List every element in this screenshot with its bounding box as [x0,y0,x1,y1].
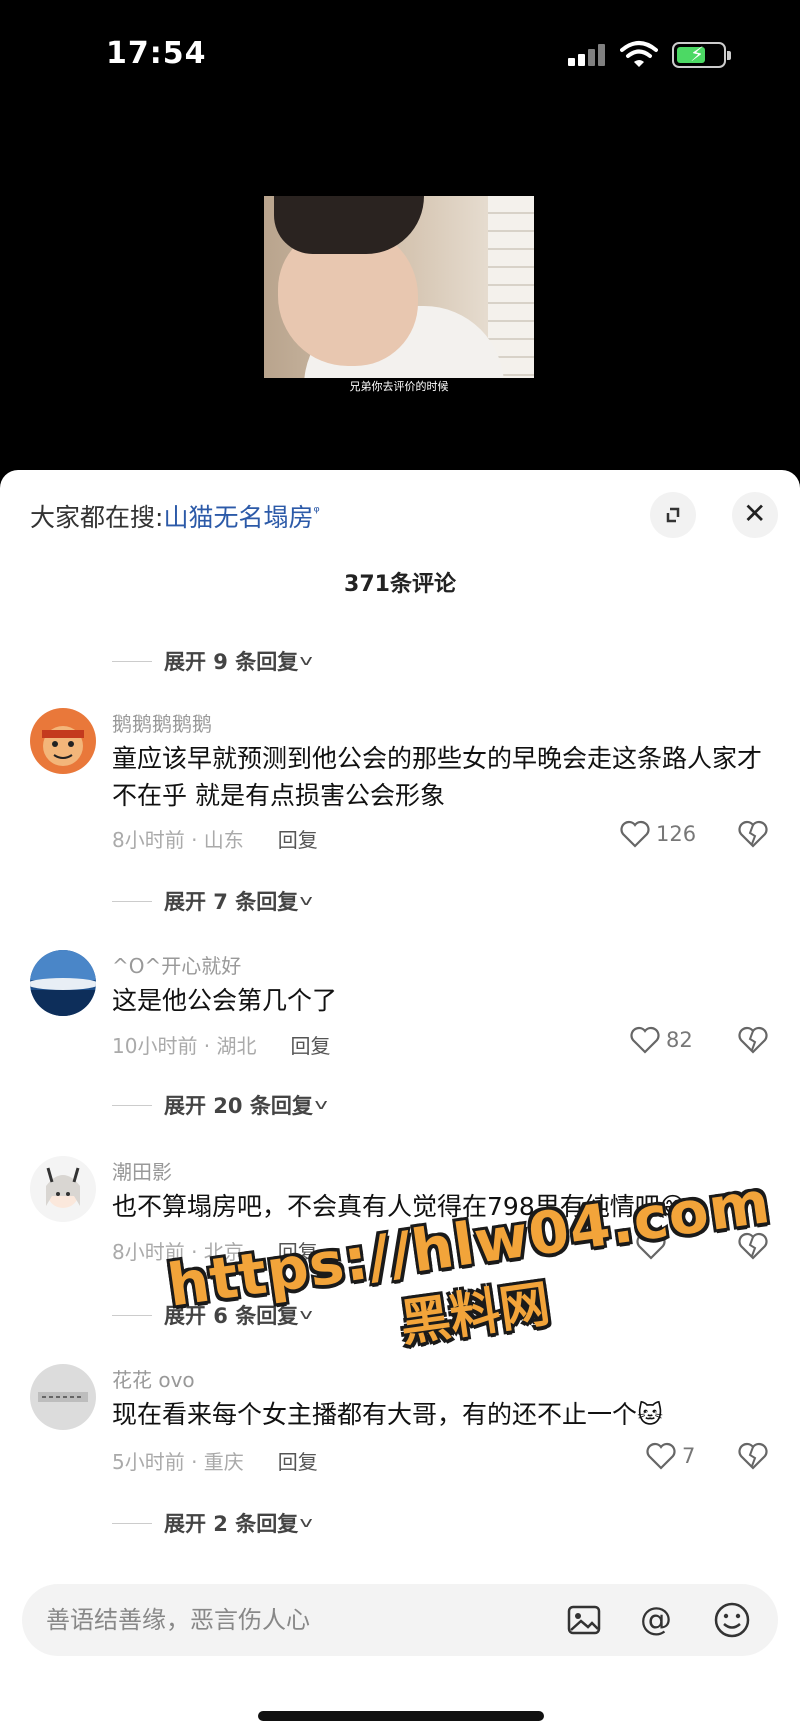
status-time: 17:54 [106,36,207,71]
trending-search[interactable]: 大家都在搜:山猫无名塌房ᵠ [30,498,320,534]
trending-keyword[interactable]: 山猫无名塌房 [163,503,313,532]
expand-label: 展开 2 条回复 [164,1512,299,1536]
heart-icon [646,1442,676,1470]
like-button[interactable]: 82 [630,1026,693,1054]
like-count: 7 [682,1444,696,1468]
comment-time: 10小时前 · 湖北 [112,1034,257,1058]
reply-button[interactable]: 回复 [291,1034,331,1058]
video-thumbnail [264,196,534,378]
like-button[interactable]: 126 [620,820,696,848]
comment-time: 5小时前 · 重庆 [112,1450,244,1474]
comment-meta: 5小时前 · 重庆 回复 [112,1446,318,1475]
like-count: 82 [666,1028,693,1052]
search-small-icon: ᵠ [313,502,320,521]
avatar[interactable] [30,708,96,774]
expand-label: 展开 20 条回复 [164,1094,313,1118]
trending-prefix: 大家都在搜: [30,503,164,532]
comment-input[interactable] [46,1598,526,1642]
wifi-icon [620,41,658,67]
reply-button[interactable]: 回复 [278,828,318,852]
chevron-down-icon: v [314,1097,328,1113]
comment-username[interactable]: 鹅鹅鹅鹅鹅 [112,708,212,737]
image-icon[interactable] [564,1600,604,1640]
broken-heart-icon[interactable] [738,1442,768,1470]
like-count: 126 [656,822,697,846]
close-button[interactable]: ✕ [732,492,778,538]
expand-label: 展开 7 条回复 [164,890,299,914]
expand-icon [666,507,680,523]
svg-text:@: @ [640,1600,672,1638]
home-indicator[interactable] [258,1711,544,1721]
fullscreen-button[interactable] [650,492,696,538]
avatar[interactable] [30,950,96,1016]
emoji-icon[interactable] [712,1600,752,1640]
expand-replies-button[interactable]: 展开 9 条回复 v [112,646,314,676]
comment-text: 现在看来每个女主播都有大哥，有的还不止一个🐱 [112,1400,664,1429]
expand-replies-button[interactable]: 展开 20 条回复 v [112,1090,328,1120]
close-icon: ✕ [743,497,767,530]
cellular-signal-icon [568,44,608,66]
avatar[interactable] [30,1156,96,1222]
status-bar: 17:54 ⚡ [0,0,800,110]
comment-input-bar: @ [22,1584,778,1656]
comment-meta: 10小时前 · 湖北 回复 [112,1030,331,1059]
comment-meta: 8小时前 · 山东 回复 [112,824,318,853]
broken-heart-icon[interactable] [738,820,768,848]
expand-replies-button[interactable]: 展开 2 条回复 v [112,1508,314,1538]
video-subtitle: 兄弟你去评价的时候 [349,380,449,393]
at-mention-icon[interactable]: @ [636,1600,676,1640]
video-player[interactable]: 兄弟你去评价的时候 [0,110,800,470]
comment-time: 8小时前 · 山东 [112,828,244,852]
chevron-down-icon: v [299,653,314,669]
expand-replies-button[interactable]: 展开 7 条回复 v [112,886,314,916]
broken-heart-icon[interactable] [738,1026,768,1054]
comment-text: 童应该早就预测到他公会的那些女的早晚会走这条路人家才不在乎 就是有点损害公会形象 [112,744,763,810]
comment-text: 这是他公会第几个了 [112,986,338,1015]
comment-sheet: 大家都在搜:山猫无名塌房ᵠ ✕ 371条评论 展开 9 条回复 v 鹅鹅鹅鹅鹅 童… [0,470,800,1735]
avatar[interactable] [30,1364,96,1430]
chevron-down-icon: v [299,893,314,909]
like-button[interactable]: 7 [646,1442,695,1470]
battery-icon: ⚡ [672,42,731,68]
reply-button[interactable]: 回复 [278,1450,318,1474]
chevron-down-icon: v [299,1515,314,1531]
comment-username[interactable]: 潮田影 [112,1156,172,1185]
comment-username[interactable]: ^O^开心就好 [112,950,241,979]
heart-icon [620,820,650,848]
heart-icon [630,1026,660,1054]
comment-count: 371条评论 [344,572,456,597]
expand-label: 展开 9 条回复 [164,650,299,674]
